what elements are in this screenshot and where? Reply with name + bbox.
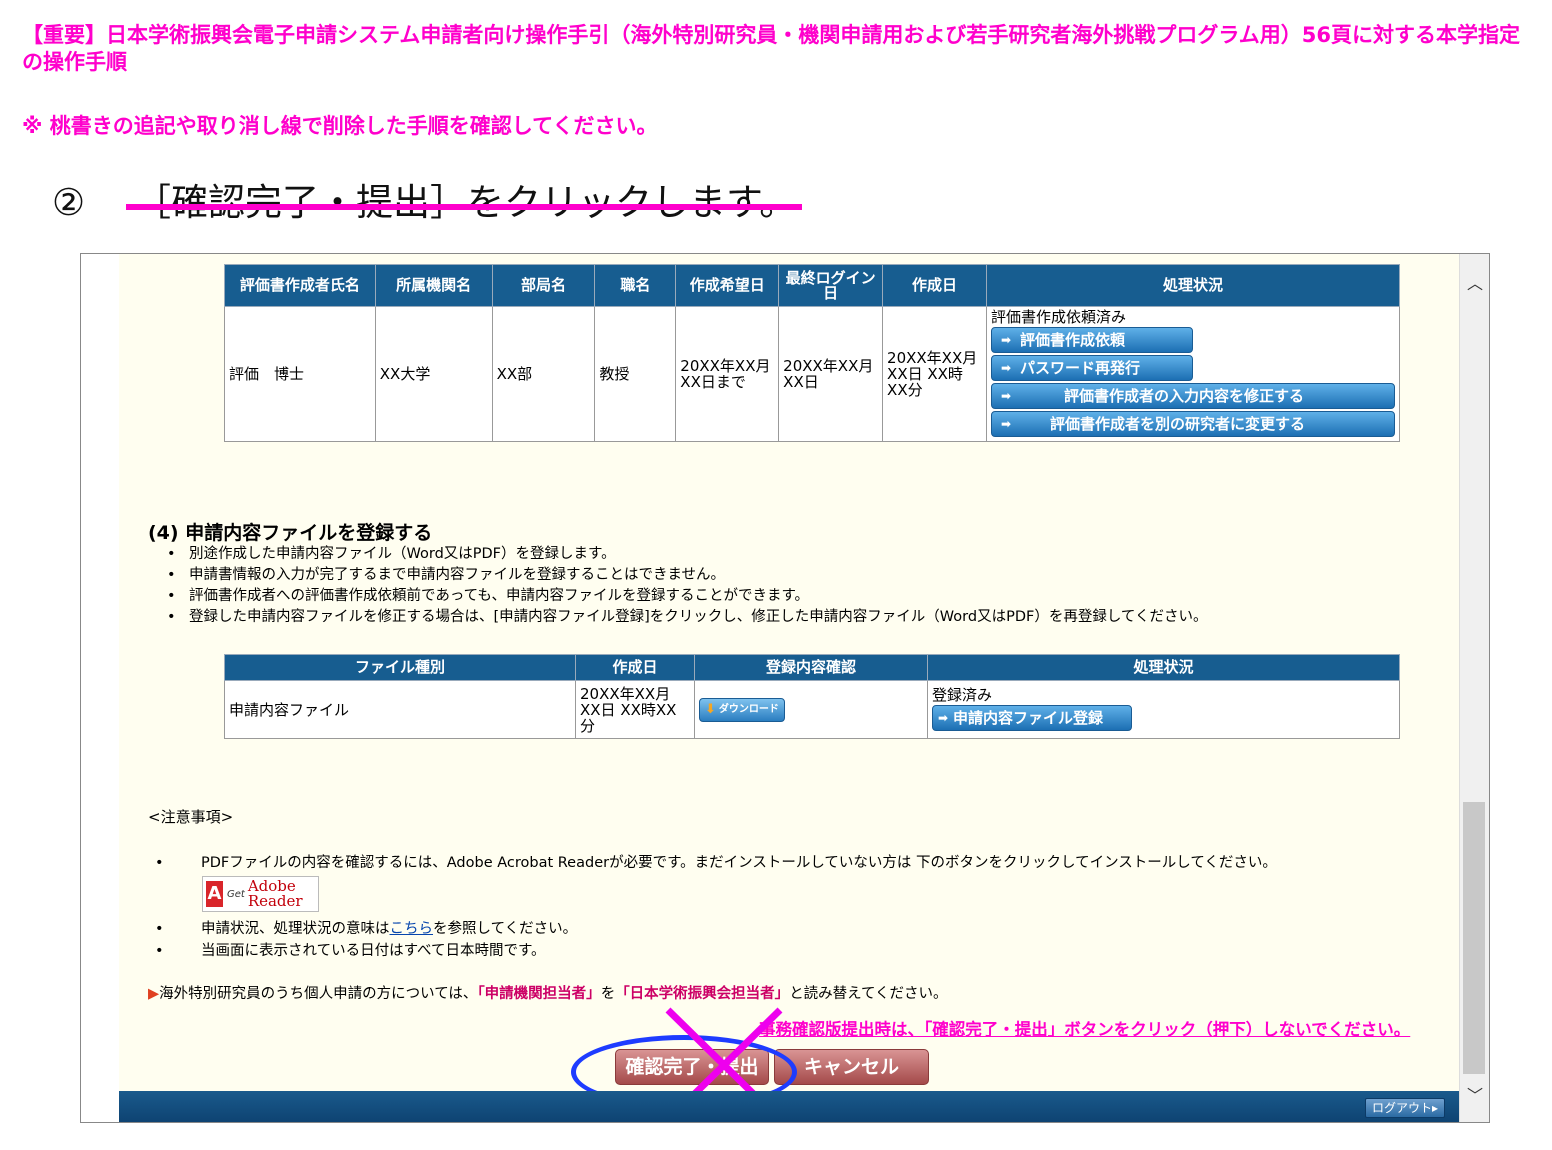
evaluator-table: 評価書作成者氏名 所属機関名 部局名 職名 作成希望日 最終ログイン日 作成日 … bbox=[224, 264, 1400, 442]
reissue-password-button[interactable]: ➡ パスワード再発行 bbox=[991, 355, 1193, 381]
cell-download: ⬇ ダウンロード bbox=[694, 680, 928, 739]
get-adobe-reader-button[interactable]: A Get Adobe Reader bbox=[202, 876, 319, 912]
step-text-struck: ［確認完了・提出］をクリックします。 bbox=[126, 172, 803, 226]
note-item: • 申請状況、処理状況の意味はこちらを参照してください。 bbox=[155, 921, 578, 937]
status-text: 評価書作成依頼済み bbox=[991, 308, 1127, 326]
status-text: 登録済み bbox=[932, 685, 993, 704]
highlight-text: 「申請機関担当者」 bbox=[477, 986, 601, 1002]
button-label: 申請内容ファイル登録 bbox=[953, 708, 1104, 727]
cell-file-type: 申請内容ファイル bbox=[224, 680, 576, 739]
button-label: 評価書作成者の入力内容を修正する bbox=[1064, 387, 1305, 405]
download-icon: ⬇ bbox=[705, 701, 716, 717]
logout-button[interactable]: ログアウト▸ bbox=[1364, 1098, 1445, 1118]
col-last-login: 最終ログイン日 bbox=[778, 264, 884, 307]
highlight-text: 「日本学術振興会担当者」 bbox=[615, 986, 790, 1002]
cell-created: 20XX年XX月XX日 XX時XX分 bbox=[882, 306, 987, 442]
col-department: 部局名 bbox=[491, 264, 596, 307]
scroll-up-icon[interactable]: ︿ bbox=[1467, 270, 1483, 294]
edit-evaluator-input-button[interactable]: ➡ 評価書作成者の入力内容を修正する bbox=[991, 383, 1395, 409]
col-confirm: 登録内容確認 bbox=[694, 654, 928, 681]
status-help-link[interactable]: こちら bbox=[390, 921, 434, 937]
cell-status: 評価書作成依頼済み ➡ 評価書作成依頼 ➡ パスワード再発行 ➡ 評価書作成者の入力内… bbox=[986, 306, 1400, 442]
col-evaluator-name: 評価書作成者氏名 bbox=[224, 264, 376, 307]
button-label: パスワード再発行 bbox=[1020, 359, 1141, 377]
footer-bar: ログアウト▸ bbox=[119, 1091, 1459, 1122]
cell-desired-date: 20XX年XX月XX日まで bbox=[675, 306, 780, 442]
reading-note: ▶海外特別研究員のうち個人申請の方については、「申請機関担当者」を「日本学術振興… bbox=[148, 982, 948, 1003]
button-label: 評価書作成依頼 bbox=[1020, 331, 1126, 349]
note-text: を参照してください。 bbox=[433, 921, 578, 937]
arrow-right-icon: ➡ bbox=[1000, 361, 1012, 375]
button-label: ダウンロード bbox=[718, 703, 779, 715]
cancel-button[interactable]: キャンセル bbox=[774, 1049, 929, 1085]
note-text: PDFファイルの内容を確認するには、Adobe Acrobat Readerが必… bbox=[201, 855, 1277, 871]
list-item: 登録した申請内容ファイルを修正する場合は、[申請内容ファイル登録]をクリックし、… bbox=[167, 607, 1207, 628]
section-bullets: 別途作成した申請内容ファイル（Word又はPDF）を登録します。 申請書情報の入… bbox=[167, 544, 1207, 628]
change-evaluator-button[interactable]: ➡ 評価書作成者を別の研究者に変更する bbox=[991, 411, 1395, 437]
step-text: ［確認完了・提出］をクリックします。 bbox=[134, 181, 797, 224]
notes-title: <注意事項> bbox=[148, 808, 234, 826]
list-item: 評価書作成者への評価書作成依頼前であっても、申請内容ファイルを登録することができ… bbox=[167, 586, 1207, 607]
col-created: 作成日 bbox=[882, 264, 987, 307]
cell-name: 評価 博士 bbox=[224, 306, 376, 442]
note-text: 当画面に表示されている日付はすべて日本時間です。 bbox=[201, 943, 546, 959]
triangle-right-icon: ▶ bbox=[148, 986, 160, 1002]
step-heading: ② ［確認完了・提出］をクリックします。 bbox=[52, 172, 803, 226]
file-table: ファイル種別 作成日 登録内容確認 処理状況 申請内容ファイル 20XX年XX月… bbox=[224, 654, 1400, 739]
cell-last-login: 20XX年XX月XX日 bbox=[778, 306, 884, 442]
adobe-get-label: Get bbox=[226, 888, 245, 900]
notice-title: 【重要】日本学術振興会電子申請システム申請者向け操作手引（海外特別研究員・機関申… bbox=[22, 23, 1520, 74]
strikethrough-line bbox=[126, 204, 803, 210]
cell-institution: XX大学 bbox=[374, 306, 493, 442]
cell-created: 20XX年XX月XX日 XX時XX分 bbox=[575, 680, 695, 739]
adobe-reader-label: Adobe Reader bbox=[247, 877, 303, 910]
note-text: 申請状況、処理状況の意味は bbox=[201, 921, 390, 937]
col-created: 作成日 bbox=[575, 654, 695, 681]
arrow-right-icon: ➡ bbox=[937, 710, 949, 725]
scroll-down-icon[interactable]: ﹀ bbox=[1467, 1082, 1483, 1106]
col-file-type: ファイル種別 bbox=[224, 654, 576, 681]
adobe-logo-icon: A bbox=[206, 881, 223, 907]
button-label: 評価書作成者を別の研究者に変更する bbox=[1050, 415, 1306, 433]
cell-department: XX部 bbox=[491, 306, 596, 442]
scroll-thumb[interactable] bbox=[1463, 802, 1485, 1074]
register-file-button[interactable]: ➡ 申請内容ファイル登録 bbox=[932, 704, 1132, 731]
cell-status: 登録済み ➡ 申請内容ファイル登録 bbox=[927, 680, 1400, 739]
vertical-scrollbar[interactable]: ︿ ﹀ bbox=[1459, 254, 1489, 1122]
list-item: 別途作成した申請内容ファイル（Word又はPDF）を登録します。 bbox=[167, 544, 1207, 565]
col-position: 職名 bbox=[594, 264, 677, 307]
request-evaluation-button[interactable]: ➡ 評価書作成依頼 bbox=[991, 327, 1193, 353]
col-desired-date: 作成希望日 bbox=[675, 264, 780, 307]
embedded-screenshot: 評価書作成者氏名 所属機関名 部局名 職名 作成希望日 最終ログイン日 作成日 … bbox=[80, 253, 1490, 1123]
list-item: 申請書情報の入力が完了するまで申請内容ファイルを登録することはできません。 bbox=[167, 565, 1207, 586]
notice-instruction: ※ 桃書きの追記や取り消し線で削除した手順を確認してください。 bbox=[22, 114, 658, 138]
col-status: 処理状況 bbox=[986, 264, 1400, 307]
note-text: と読み替えてください。 bbox=[789, 986, 948, 1002]
download-button[interactable]: ⬇ ダウンロード bbox=[699, 697, 785, 722]
section-title: (4) 申請内容ファイルを登録する bbox=[148, 522, 433, 544]
col-status: 処理状況 bbox=[927, 654, 1400, 681]
note-item: • 当画面に表示されている日付はすべて日本時間です。 bbox=[155, 943, 546, 959]
cell-position: 教授 bbox=[594, 306, 677, 442]
note-item: • PDFファイルの内容を確認するには、Adobe Acrobat Readerが… bbox=[155, 855, 1277, 871]
arrow-right-icon: ➡ bbox=[1000, 333, 1012, 347]
application-content: 評価書作成者氏名 所属機関名 部局名 職名 作成希望日 最終ログイン日 作成日 … bbox=[119, 254, 1459, 1122]
col-institution: 所属機関名 bbox=[374, 264, 493, 307]
step-number: ② bbox=[52, 181, 86, 224]
arrow-right-icon: ➡ bbox=[1000, 417, 1012, 431]
table-row: 評価 博士 XX大学 XX部 教授 20XX年XX月XX日まで 20XX年XX月… bbox=[224, 306, 1400, 442]
note-text: 海外特別研究員のうち個人申請の方については、 bbox=[159, 986, 478, 1002]
table-row: 申請内容ファイル 20XX年XX月XX日 XX時XX分 ⬇ ダウンロード 登録済み… bbox=[224, 680, 1400, 739]
left-margin bbox=[81, 254, 119, 1122]
submit-warning: 事務確認版提出時は、「確認完了・提出」ボタンをクリック（押下）しないでください。 bbox=[759, 1020, 1411, 1039]
arrow-right-icon: ➡ bbox=[1000, 389, 1012, 403]
note-text: を bbox=[600, 986, 616, 1002]
